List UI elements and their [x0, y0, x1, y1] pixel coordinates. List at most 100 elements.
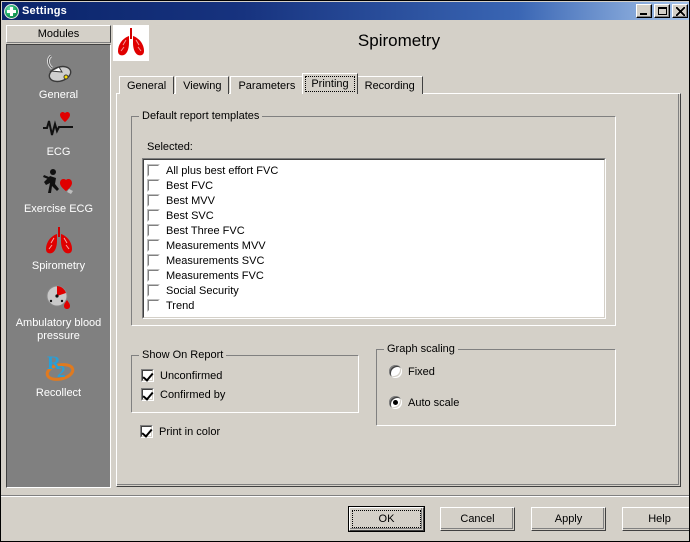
template-checkbox[interactable]: [147, 299, 160, 312]
template-checkbox[interactable]: [147, 269, 160, 282]
selected-label: Selected:: [147, 141, 193, 153]
tab-general[interactable]: General: [119, 76, 175, 94]
templates-listbox[interactable]: All plus best effort FVC Best FVC Best M…: [142, 158, 606, 319]
sidebar-item-label: ECG: [46, 146, 71, 158]
confirmed-by-checkbox[interactable]: [141, 388, 154, 401]
tab-label: General: [127, 79, 167, 92]
lungs-icon: [41, 224, 77, 258]
settings-window: Settings Modules General ECG Exercise EC…: [0, 0, 690, 542]
close-icon: [676, 7, 685, 16]
template-checkbox[interactable]: [147, 194, 160, 207]
maximize-button[interactable]: [654, 4, 670, 18]
minimize-icon: [640, 13, 647, 15]
runner-heart-icon: [41, 167, 77, 201]
tab-label: Recording: [364, 79, 415, 92]
sidebar-item-exercise-ecg[interactable]: Exercise ECG: [7, 167, 110, 216]
list-item[interactable]: Best Three FVC: [147, 223, 604, 238]
unconfirmed-checkbox[interactable]: [141, 369, 154, 382]
minimize-button[interactable]: [636, 4, 652, 18]
sidebar-item-general[interactable]: General: [7, 53, 110, 102]
list-item-label: Measurements MVV: [166, 239, 266, 252]
list-item-label: Best MVV: [166, 194, 215, 207]
ecg-heart-icon: [41, 110, 77, 144]
unconfirmed-checkbox-row[interactable]: Unconfirmed: [141, 369, 222, 382]
tab-panel-printing: Default report templates Selected: All p…: [116, 93, 681, 487]
apply-button[interactable]: Apply: [531, 507, 606, 531]
cancel-button[interactable]: Cancel: [440, 507, 515, 531]
default-report-templates-group: Default report templates Selected: All p…: [131, 110, 616, 326]
tab-strip: General Viewing Parameters Printing Reco…: [119, 73, 424, 94]
sidebar-item-recollect[interactable]: R 2 Recollect: [7, 351, 110, 400]
list-item[interactable]: Best SVC: [147, 208, 604, 223]
tab-focus-ring: [305, 76, 355, 92]
list-item[interactable]: Measurements FVC: [147, 268, 604, 283]
sidebar-item-label: Recollect: [35, 387, 82, 399]
footer-separator: [1, 495, 689, 497]
list-item[interactable]: Social Security: [147, 283, 604, 298]
radio-label: Fixed: [408, 365, 435, 378]
template-checkbox[interactable]: [147, 209, 160, 222]
list-item-label: Measurements FVC: [166, 269, 264, 282]
template-checkbox[interactable]: [147, 254, 160, 267]
tab-parameters[interactable]: Parameters: [230, 76, 304, 94]
print-in-color-checkbox[interactable]: [140, 425, 153, 438]
content-area: Spirometry General Viewing Parameters Pr…: [113, 23, 685, 490]
template-checkbox[interactable]: [147, 179, 160, 192]
list-item-label: Best Three FVC: [166, 224, 245, 237]
fixed-radio-row[interactable]: Fixed: [389, 365, 435, 378]
svg-text:2: 2: [57, 362, 66, 381]
list-item[interactable]: All plus best effort FVC: [147, 163, 604, 178]
sidebar-item-ambulatory-blood-pressure[interactable]: Ambulatory blood pressure: [7, 281, 110, 343]
dialog-buttons: OK Cancel Apply Help: [348, 506, 689, 532]
title-bar: Settings: [2, 2, 689, 20]
list-item[interactable]: Measurements SVC: [147, 253, 604, 268]
window-title: Settings: [22, 5, 67, 17]
sidebar-module-list: General ECG Exercise ECG Spirometry Ambu…: [6, 44, 111, 488]
tab-printing[interactable]: Printing: [302, 73, 358, 94]
group-title: Graph scaling: [384, 343, 458, 355]
sidebar-item-ecg[interactable]: ECG: [7, 110, 110, 159]
tab-recording[interactable]: Recording: [356, 76, 423, 94]
graph-scaling-group: Graph scaling Fixed Auto scale: [376, 343, 616, 426]
medical-cross-disc-icon: [4, 3, 19, 19]
auto-scale-radio[interactable]: [389, 396, 402, 409]
list-item-label: Trend: [166, 299, 195, 312]
window-controls: [636, 4, 688, 18]
mouse-icon: [41, 53, 77, 87]
sidebar-item-label: Exercise ECG: [23, 203, 94, 215]
group-title: Default report templates: [139, 110, 263, 122]
fixed-radio[interactable]: [389, 365, 402, 378]
help-button[interactable]: Help: [622, 507, 689, 531]
print-in-color-row[interactable]: Print in color: [140, 425, 220, 438]
list-item[interactable]: Best FVC: [147, 178, 604, 193]
ok-button[interactable]: OK: [348, 506, 425, 532]
sidebar-item-spirometry[interactable]: Spirometry: [7, 224, 110, 273]
template-checkbox[interactable]: [147, 224, 160, 237]
show-on-report-group: Show On Report Unconfirmed Confirmed by: [131, 349, 359, 413]
list-item[interactable]: Trend: [147, 298, 604, 313]
button-label: OK: [378, 513, 395, 525]
sidebar-header: Modules: [6, 25, 111, 43]
button-label: Cancel: [460, 513, 495, 525]
tab-label: Parameters: [238, 79, 296, 92]
list-item-label: Measurements SVC: [166, 254, 265, 267]
auto-scale-radio-row[interactable]: Auto scale: [389, 396, 459, 409]
button-label: Help: [648, 513, 671, 525]
checkbox-label: Print in color: [159, 425, 221, 438]
template-checkbox[interactable]: [147, 239, 160, 252]
list-item[interactable]: Best MVV: [147, 193, 604, 208]
button-label: Apply: [554, 513, 583, 525]
confirmed-by-checkbox-row[interactable]: Confirmed by: [141, 388, 225, 401]
sidebar-item-label: General: [38, 89, 79, 101]
template-checkbox[interactable]: [147, 284, 160, 297]
template-checkbox[interactable]: [147, 164, 160, 177]
sidebar-item-label: Spirometry: [31, 260, 86, 272]
checkbox-label: Confirmed by: [160, 388, 226, 401]
close-button[interactable]: [672, 4, 688, 18]
recollect-r2-icon: R 2: [41, 351, 77, 385]
tab-viewing[interactable]: Viewing: [175, 76, 230, 94]
sidebar-item-label: Ambulatory blood pressure: [15, 317, 102, 342]
list-item[interactable]: Measurements MVV: [147, 238, 604, 253]
checkbox-label: Unconfirmed: [160, 369, 223, 382]
group-title: Show On Report: [139, 349, 227, 361]
